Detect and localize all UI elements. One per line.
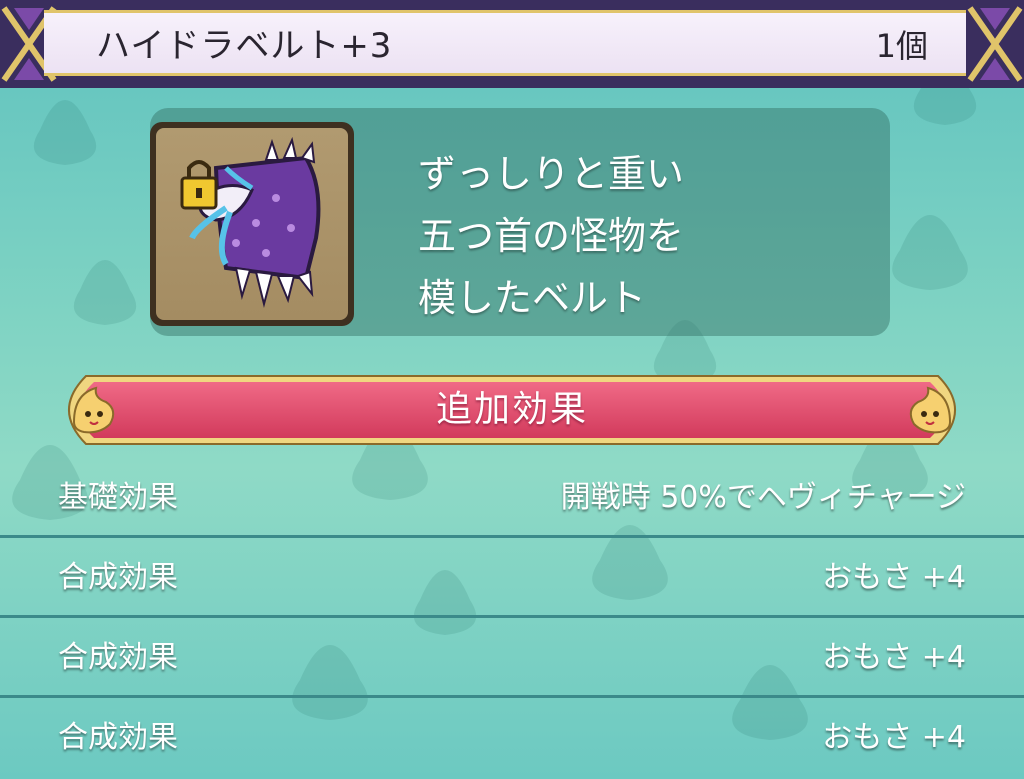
item-title: ハイドラベルト+3 xyxy=(96,26,393,66)
effect-value: おもさ +4 xyxy=(822,720,966,755)
effect-label: 合成効果 xyxy=(58,640,178,675)
effect-label: 基礎効果 xyxy=(58,480,178,515)
effect-value: 開戦時 50%でヘヴィチャージ xyxy=(560,480,966,515)
effect-value: おもさ +4 xyxy=(822,560,966,595)
effect-row: 合成効果 おもさ +4 xyxy=(0,618,1024,698)
description-line: ずっしりと重い xyxy=(418,152,685,196)
effect-value: おもさ +4 xyxy=(822,640,966,675)
effect-label: 合成効果 xyxy=(58,560,178,595)
item-count: 1個 xyxy=(875,27,928,65)
effect-label: 合成効果 xyxy=(58,720,178,755)
effect-row: 基礎効果 開戦時 50%でヘヴィチャージ xyxy=(0,458,1024,538)
item-description: ずっしりと重い 五つ首の怪物を 模したベルト xyxy=(418,143,684,329)
effect-row: 合成効果 おもさ +4 xyxy=(0,698,1024,778)
item-icon-frame xyxy=(150,122,354,326)
description-line: 模したベルト xyxy=(418,276,647,320)
description-line: 五つ首の怪物を xyxy=(418,214,685,258)
additional-effects-banner: 追加効果 xyxy=(50,374,974,446)
item-header: ハイドラベルト+3 1個 xyxy=(0,0,1024,88)
effect-row: 合成効果 おもさ +4 xyxy=(0,538,1024,618)
corner-ornament-icon xyxy=(966,0,1024,88)
hydra-belt-icon xyxy=(180,136,321,308)
effects-list: 基礎効果 開戦時 50%でヘヴィチャージ 合成効果 おもさ +4 合成効果 おも… xyxy=(0,458,1024,778)
banner-label: 追加効果 xyxy=(435,389,588,430)
